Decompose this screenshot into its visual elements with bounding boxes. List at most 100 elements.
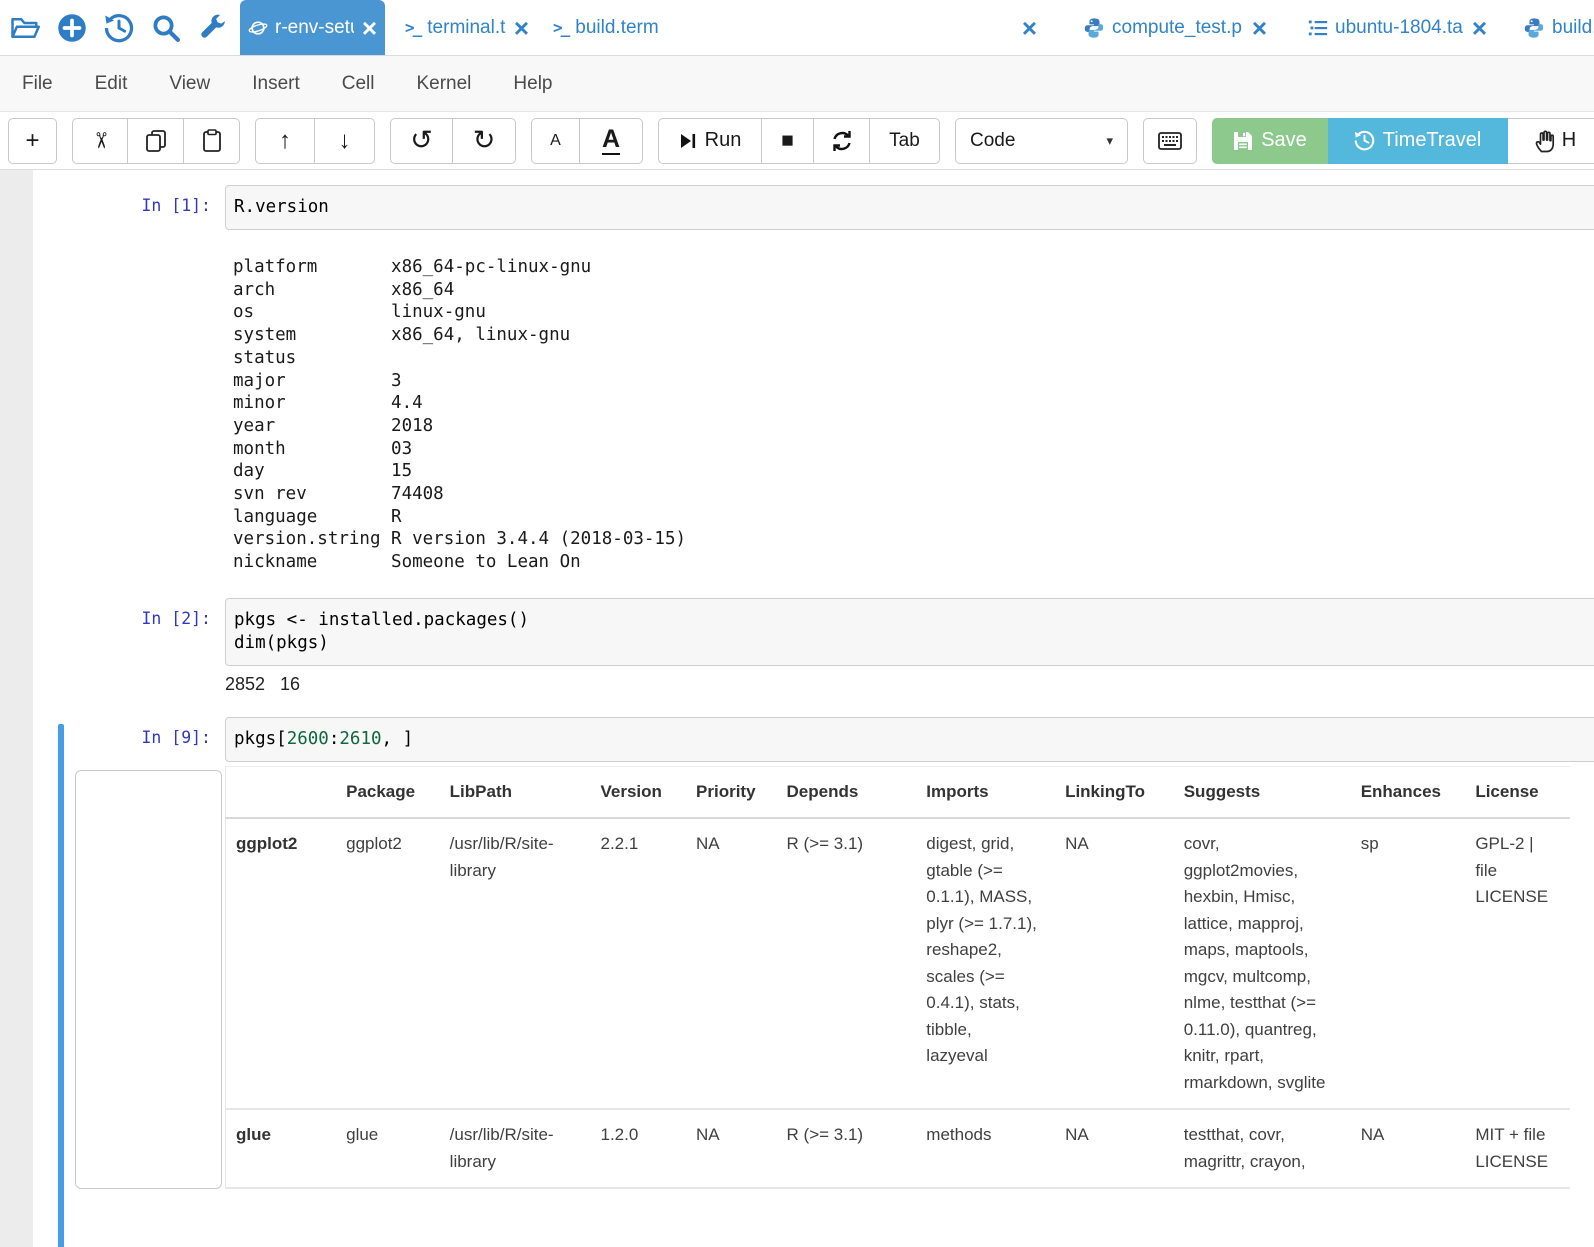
restart-kernel-button[interactable] [814,118,870,164]
increase-font-button[interactable]: A [580,118,643,164]
caret-down-icon: ▾ [1106,133,1113,149]
tab-ubuntu-1804[interactable]: ubuntu-1804.ta × [1300,0,1495,55]
move-cell-up-button[interactable]: ↑ [255,118,315,164]
dataframe-output: Package LibPath Version Priority Depends… [225,762,1570,1190]
cell-imports: methods [916,1109,1055,1188]
cell-priority: NA [686,1109,777,1188]
close-icon[interactable]: × [1252,15,1267,41]
paste-cell-button[interactable] [184,118,240,164]
cell-type-select[interactable]: Code ▾ [955,118,1128,164]
notebook-toolbar: + ✂ ↑ ↓ ↺ ↻ A A Run ■ Tab Code [0,112,1594,170]
save-button[interactable]: Save [1212,118,1328,164]
menu-insert[interactable]: Insert [231,73,321,95]
code-text: R.version [234,196,1594,219]
plus-circle-icon[interactable] [57,13,87,43]
col-header: Priority [686,766,777,818]
cell-enhances: NA [1351,1109,1466,1188]
cell-3-input-row: In [9]: pkgs[2600:2610, ] [33,717,1594,762]
search-icon[interactable] [151,13,181,43]
menu-cell[interactable]: Cell [321,73,396,95]
cell-version: 1.2.0 [591,1109,687,1188]
cell-type-value: Code [970,130,1015,152]
save-label: Save [1261,129,1307,152]
cell-package: ggplot2 [336,818,440,1109]
input-prompt: In [9]: [141,728,211,747]
row-name: ggplot2 [226,818,337,1109]
code-number: 2610 [339,729,381,749]
terminal-icon: >_ [553,18,568,37]
code-cell-1: In [1]: R.version [33,185,1594,230]
history-icon[interactable] [104,13,134,43]
left-margin-strip [0,170,33,1247]
code-input[interactable]: R.version [225,185,1594,230]
col-header: Version [591,766,687,818]
menu-view[interactable]: View [148,73,231,95]
packages-table: Package LibPath Version Priority Depends… [225,766,1570,1190]
list-icon [1308,18,1328,38]
menu-edit[interactable]: Edit [74,73,149,95]
tab-terminal-term[interactable]: >_ terminal.term × [397,0,537,55]
halt-label: H [1562,129,1576,152]
move-cell-down-button[interactable]: ↓ [315,118,375,164]
cell-enhances: sp [1351,818,1466,1109]
halt-button[interactable]: H [1508,118,1594,164]
cell-license: MIT + file LICENSE [1465,1109,1570,1188]
menu-kernel[interactable]: Kernel [395,73,492,95]
step-forward-icon [679,131,697,151]
run-cell-button[interactable]: Run [658,118,762,164]
undo-icon: ↺ [410,125,433,156]
cut-cell-button[interactable]: ✂ [72,118,128,164]
cell-1-output-row: platform x86_64-pc-linux-gnu arch x86_64… [33,230,1594,574]
col-header: Suggests [1174,766,1351,818]
arrow-up-icon: ↑ [279,127,291,155]
redo-icon: ↻ [473,125,496,156]
selected-cell-indicator [58,724,64,1247]
tab-complete-button[interactable]: Tab [870,118,940,164]
code-input[interactable]: pkgs[2600:2610, ] [225,717,1594,762]
col-header: License [1465,766,1570,818]
cell-priority: NA [686,818,777,1109]
code-cell-3-selected: In [9]: pkgs[2600:2610, ] [33,717,1594,1190]
cell-depends: R (>= 3.1) [777,818,917,1109]
menu-help[interactable]: Help [492,73,573,95]
redo-button[interactable]: ↻ [453,118,516,164]
close-icon[interactable]: × [1022,15,1037,41]
tab-label: compute_test.p [1112,17,1242,39]
close-icon[interactable]: × [514,15,529,41]
tab-label: r-env-setup.ipyr [275,17,354,39]
tab-build-py[interactable]: build.py × [1515,0,1594,55]
undo-button[interactable]: ↺ [390,118,453,164]
timetravel-button[interactable]: TimeTravel [1328,118,1508,164]
r-version-output: platform x86_64-pc-linux-gnu arch x86_64… [233,256,686,574]
code-number: 2600 [287,729,329,749]
tab-r-env-setup[interactable]: r-env-setup.ipyr × [240,0,385,55]
tab-build-term[interactable]: >_ build.term × [545,0,1045,55]
close-icon[interactable]: × [1472,15,1487,41]
hand-icon [1534,129,1556,153]
row-name: glue [226,1109,337,1188]
cell-suggests: testthat, covr, magrittr, crayon, [1174,1109,1351,1188]
open-folder-icon[interactable] [10,13,40,43]
code-cell-2: In [2]: pkgs <- installed.packages() dim… [33,598,1594,666]
col-header: Package [336,766,440,818]
interrupt-kernel-button[interactable]: ■ [762,118,814,164]
arrow-down-icon: ↓ [339,127,351,155]
col-header: LibPath [440,766,591,818]
menu-file[interactable]: File [1,73,74,95]
close-icon[interactable]: × [362,15,377,41]
tab-compute-test[interactable]: compute_test.p × [1075,0,1275,55]
input-prompt: In [1]: [141,196,211,215]
add-cell-button[interactable]: + [8,118,57,164]
cell-suggests: covr, ggplot2movies, hexbin, Hmisc, latt… [1174,818,1351,1109]
sync-icon [831,130,853,152]
table-row: ggplot2 ggplot2 /usr/lib/R/site-library … [226,818,1571,1109]
code-input[interactable]: pkgs <- installed.packages() dim(pkgs) [225,598,1594,666]
cell-depends: R (>= 3.1) [777,1109,917,1188]
col-header: Depends [777,766,917,818]
tab-label: terminal.term [427,17,506,39]
cell-license: GPL-2 | file LICENSE [1465,818,1570,1109]
decrease-font-button[interactable]: A [531,118,580,164]
keyboard-shortcuts-button[interactable] [1143,118,1197,164]
wrench-icon[interactable] [198,13,228,43]
copy-cell-button[interactable] [128,118,184,164]
